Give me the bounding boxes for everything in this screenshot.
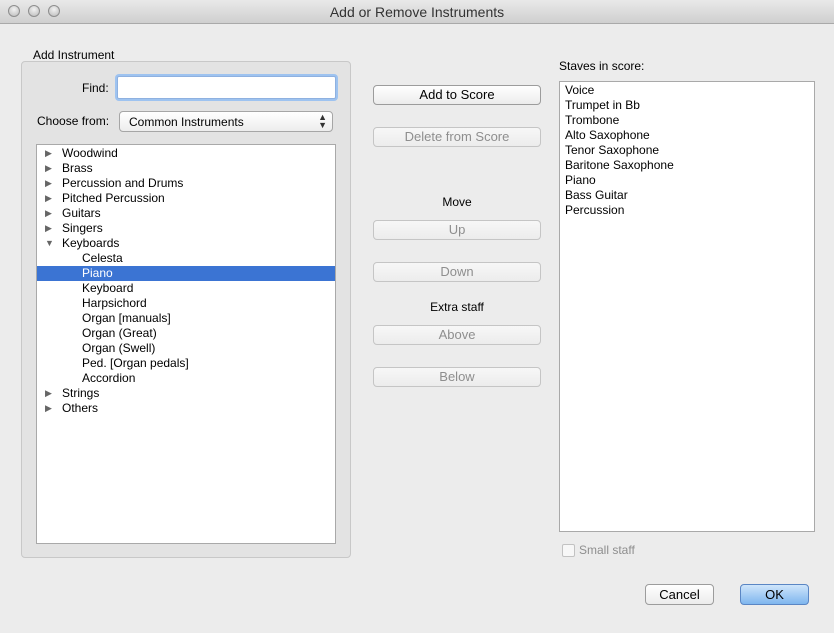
tree-item-label: Singers — [62, 221, 103, 235]
extra-staff-above-button[interactable]: Above — [373, 325, 541, 345]
choose-from-select[interactable]: Common Instruments ▲ ▼ — [119, 111, 333, 132]
tree-item[interactable]: Keyboard — [37, 281, 335, 296]
disclosure-collapsed-icon[interactable]: ▶ — [45, 206, 52, 221]
tree-item-label: Guitars — [62, 206, 101, 220]
tree-item-label: Piano — [82, 266, 113, 280]
tree-item-label: Organ (Great) — [82, 326, 157, 340]
find-label: Find: — [82, 81, 109, 95]
tree-item-label: Keyboard — [82, 281, 134, 295]
move-down-button[interactable]: Down — [373, 262, 541, 282]
tree-item[interactable]: Organ [manuals] — [37, 311, 335, 326]
tree-item[interactable]: ▶ Pitched Percussion — [37, 191, 335, 206]
small-staff-label: Small staff — [579, 543, 635, 557]
disclosure-collapsed-icon[interactable]: ▶ — [45, 221, 52, 236]
list-item[interactable]: Baritone Saxophone — [565, 158, 674, 173]
tree-item-label: Harpsichord — [82, 296, 147, 310]
window-title: Add or Remove Instruments — [329, 4, 505, 20]
tree-item[interactable]: Ped. [Organ pedals] — [37, 356, 335, 371]
cancel-button[interactable]: Cancel — [645, 584, 714, 605]
tree-item-label: Organ [manuals] — [82, 311, 171, 325]
extra-staff-label: Extra staff — [430, 300, 484, 314]
select-arrows-icon: ▲ ▼ — [318, 112, 327, 130]
tree-item-label: Celesta — [82, 251, 123, 265]
tree-item-label: Pitched Percussion — [62, 191, 165, 205]
list-item[interactable]: Alto Saxophone — [565, 128, 650, 143]
ok-button[interactable]: OK — [740, 584, 809, 605]
list-item[interactable]: Tenor Saxophone — [565, 143, 659, 158]
list-item[interactable]: Trumpet in Bb — [565, 98, 640, 113]
instrument-tree[interactable]: ▶ Woodwind ▶ Brass ▶ Percussion and Drums ▶ Pit… — [36, 144, 336, 544]
tree-item[interactable]: ▼ Keyboards — [37, 236, 335, 251]
disclosure-collapsed-icon[interactable]: ▶ — [45, 386, 52, 401]
tree-item[interactable]: ▶ Singers — [37, 221, 335, 236]
tree-item[interactable]: Organ (Great) — [37, 326, 335, 341]
disclosure-collapsed-icon[interactable]: ▶ — [45, 401, 52, 416]
list-item[interactable]: Percussion — [565, 203, 624, 218]
tree-item-label: Keyboards — [62, 236, 120, 250]
tree-item-label: Ped. [Organ pedals] — [82, 356, 189, 370]
add-remove-instruments-dialog: Add or Remove Instruments Add Instrument… — [0, 0, 834, 633]
tree-item[interactable]: Celesta — [37, 251, 335, 266]
list-item[interactable]: Bass Guitar — [565, 188, 628, 203]
list-item[interactable]: Voice — [565, 83, 594, 98]
add-instrument-group-label: Add Instrument — [33, 48, 115, 62]
tree-item[interactable]: ▶ Others — [37, 401, 335, 416]
tree-item[interactable]: ▶ Guitars — [37, 206, 335, 221]
title-bar[interactable]: Add or Remove Instruments — [0, 0, 834, 24]
tree-item[interactable]: ▶ Brass — [37, 161, 335, 176]
find-input[interactable] — [117, 76, 336, 99]
tree-item-label: Percussion and Drums — [62, 176, 184, 190]
tree-item-label: Brass — [62, 161, 93, 175]
tree-item[interactable]: Piano — [37, 266, 335, 281]
small-staff-checkbox[interactable] — [562, 544, 575, 557]
disclosure-collapsed-icon[interactable]: ▶ — [45, 191, 52, 206]
list-item[interactable]: Piano — [565, 173, 596, 188]
tree-item-label: Strings — [62, 386, 100, 400]
tree-item[interactable]: Accordion — [37, 371, 335, 386]
move-up-button[interactable]: Up — [373, 220, 541, 240]
disclosure-collapsed-icon[interactable]: ▶ — [45, 176, 52, 191]
disclosure-collapsed-icon[interactable]: ▶ — [45, 146, 52, 161]
staves-in-score-label: Staves in score: — [559, 59, 645, 73]
tree-item-label: Others — [62, 401, 99, 415]
add-to-score-button[interactable]: Add to Score — [373, 85, 541, 105]
tree-item[interactable]: ▶ Percussion and Drums — [37, 176, 335, 191]
tree-item[interactable]: Harpsichord — [37, 296, 335, 311]
disclosure-collapsed-icon[interactable]: ▶ — [45, 161, 52, 176]
choose-from-value: Common Instruments — [129, 115, 244, 129]
delete-from-score-button[interactable]: Delete from Score — [373, 127, 541, 147]
move-label: Move — [442, 195, 472, 209]
tree-item[interactable]: ▶ Strings — [37, 386, 335, 401]
list-item[interactable]: Trombone — [565, 113, 619, 128]
tree-item-label: Accordion — [82, 371, 136, 385]
tree-item[interactable]: Organ (Swell) — [37, 341, 335, 356]
staves-list[interactable]: Voice Trumpet in Bb Trombone Alto Saxophone… — [559, 81, 815, 532]
extra-staff-below-button[interactable]: Below — [373, 367, 541, 387]
tree-item[interactable]: ▶ Woodwind — [37, 146, 335, 161]
disclosure-expanded-icon[interactable]: ▼ — [45, 236, 54, 251]
choose-from-label: Choose from: — [37, 114, 110, 128]
tree-item-label: Organ (Swell) — [82, 341, 156, 355]
tree-item-label: Woodwind — [62, 146, 118, 160]
